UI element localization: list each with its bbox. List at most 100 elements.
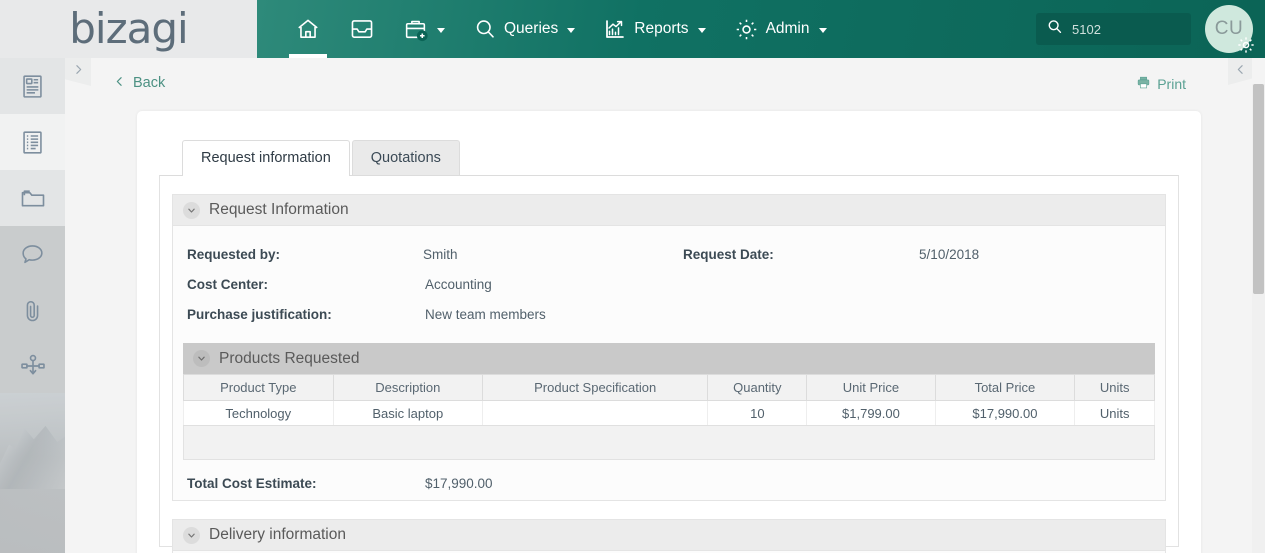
nav-item-inbox[interactable] [335, 0, 389, 58]
field-row: Purchase justification: New team members [173, 299, 1165, 329]
search-input[interactable] [1072, 21, 1181, 37]
sidebar-expand-button[interactable] [65, 58, 91, 86]
section-title: Delivery information [209, 526, 346, 543]
section-header-delivery-information[interactable]: Delivery information [173, 520, 1165, 551]
back-button[interactable]: Back [113, 75, 165, 92]
top-nav-items: Queries Reports Admin [257, 0, 841, 58]
nav-label-admin: Admin [765, 20, 810, 37]
left-sidebar [0, 58, 65, 553]
top-bar: bizagi Queries Reports Admin 5102 CU [0, 0, 1265, 58]
tab-quotations[interactable]: Quotations [351, 140, 460, 176]
column-product-specification: Product Specification [482, 374, 709, 401]
cell-total-price: $17,990.00 [934, 400, 1076, 426]
field-value-cost-center: Accounting [425, 276, 492, 292]
section-title: Request Information [209, 201, 349, 218]
cell-product-type: Technology [183, 400, 334, 426]
new-case-icon [403, 17, 428, 42]
reports-chart-icon [603, 17, 627, 41]
sidebar-item-form[interactable] [0, 58, 65, 114]
brand-logo-area: bizagi [0, 0, 257, 58]
cell-product-specification [482, 400, 709, 426]
sidebar-item-process-diagram[interactable] [0, 338, 65, 394]
cell-quantity: 10 [707, 400, 808, 426]
search-icon [473, 17, 497, 41]
folder-icon [19, 184, 47, 212]
activity-list-icon [19, 129, 46, 156]
top-bar-right: CU [1036, 5, 1265, 53]
comments-icon [19, 241, 46, 268]
nav-item-admin[interactable]: Admin [720, 0, 841, 58]
field-value-purchase-justification: New team members [425, 306, 546, 322]
cell-units: Units [1074, 400, 1155, 426]
field-label-requested-by: Requested by: [187, 246, 281, 262]
request-information-fields: Requested by: Smith Request Date: 5/10/2… [173, 226, 1165, 339]
sidebar-item-comments[interactable] [0, 226, 65, 282]
search-icon [1046, 18, 1063, 40]
chevron-down-icon [437, 27, 445, 33]
nav-item-new-case[interactable] [389, 0, 459, 58]
field-value-request-date: 5/10/2018 [919, 246, 980, 262]
chevron-left-icon [1234, 63, 1247, 81]
field-label-total-cost-estimate: Total Cost Estimate: [187, 475, 317, 491]
column-unit-price: Unit Price [806, 374, 936, 401]
nav-item-reports[interactable]: Reports [589, 0, 719, 58]
nav-item-queries[interactable]: Queries [459, 0, 589, 58]
chevron-down-icon [697, 27, 706, 33]
form-icon [19, 73, 46, 100]
nav-label-queries: Queries [504, 20, 559, 37]
products-requested-table: Product Type Description Product Specifi… [183, 374, 1155, 426]
sidebar-item-attachments[interactable] [0, 282, 65, 338]
table-header-row: Product Type Description Product Specifi… [183, 374, 1155, 401]
field-row: Cost Center: Accounting [173, 269, 1165, 299]
main-content: Back Print Request information Quotation… [91, 58, 1242, 553]
field-label-cost-center: Cost Center: [187, 276, 269, 292]
print-button[interactable]: Print [1136, 75, 1186, 93]
section-header-request-information[interactable]: Request Information [173, 195, 1165, 226]
field-value-total-cost-estimate: $17,990.00 [425, 475, 493, 491]
inbox-icon [349, 16, 375, 42]
chevron-left-icon [113, 75, 126, 92]
action-row: Back Print [91, 58, 1242, 108]
attachments-icon [19, 297, 46, 324]
sidebar-item-documents[interactable] [0, 170, 65, 226]
nav-item-home[interactable] [281, 0, 335, 58]
field-value-requested-by: Smith [423, 246, 458, 262]
settings-gear-icon[interactable] [1237, 36, 1255, 54]
tab-panel-request-information: Request Information Requested by: Smith … [159, 175, 1179, 553]
table-empty-area [183, 426, 1155, 460]
field-label-request-date: Request Date: [683, 246, 774, 262]
gear-icon [734, 17, 759, 42]
tab-bar: Request information Quotations [137, 111, 1201, 176]
global-search[interactable] [1036, 13, 1191, 45]
column-quantity: Quantity [707, 374, 808, 401]
scrollbar-thumb[interactable] [1253, 84, 1264, 294]
nav-label-reports: Reports [634, 20, 689, 37]
chevron-down-icon [818, 27, 827, 33]
column-total-price: Total Price [934, 374, 1076, 401]
print-label: Print [1157, 76, 1186, 92]
field-label-purchase-justification: Purchase justification: [187, 306, 332, 322]
chevron-down-icon[interactable] [183, 526, 200, 544]
column-product-type: Product Type [183, 374, 334, 401]
back-label: Back [133, 75, 166, 91]
chevron-down-icon[interactable] [193, 350, 210, 367]
products-requested-block: Products Requested Product Type Descript… [183, 343, 1155, 460]
page-scrollbar[interactable] [1252, 84, 1265, 553]
top-navigation: Queries Reports Admin 5102 CU [257, 0, 1265, 58]
user-menu[interactable]: CU [1205, 5, 1255, 54]
total-cost-row: Total Cost Estimate: $17,990.00 [173, 460, 1165, 500]
process-diagram-icon [19, 352, 47, 380]
section-delivery-information: Delivery information Delivery address: C… [172, 519, 1166, 553]
field-row: Requested by: Smith Request Date: 5/10/2… [173, 239, 1165, 269]
section-header-products-requested[interactable]: Products Requested [183, 343, 1155, 374]
tab-request-information[interactable]: Request information [182, 140, 350, 176]
brand-logo-text: bizagi [69, 4, 188, 53]
table-row[interactable]: Technology Basic laptop 10 $1,799.00 $17… [183, 400, 1155, 426]
case-card: Request information Quotations Request I… [137, 111, 1201, 553]
section-title: Products Requested [219, 349, 360, 367]
right-panel-collapse-button[interactable] [1228, 58, 1252, 85]
chevron-right-icon [72, 63, 85, 81]
sidebar-item-activities[interactable] [0, 114, 65, 170]
chevron-down-icon[interactable] [183, 201, 200, 219]
cell-unit-price: $1,799.00 [806, 400, 936, 426]
